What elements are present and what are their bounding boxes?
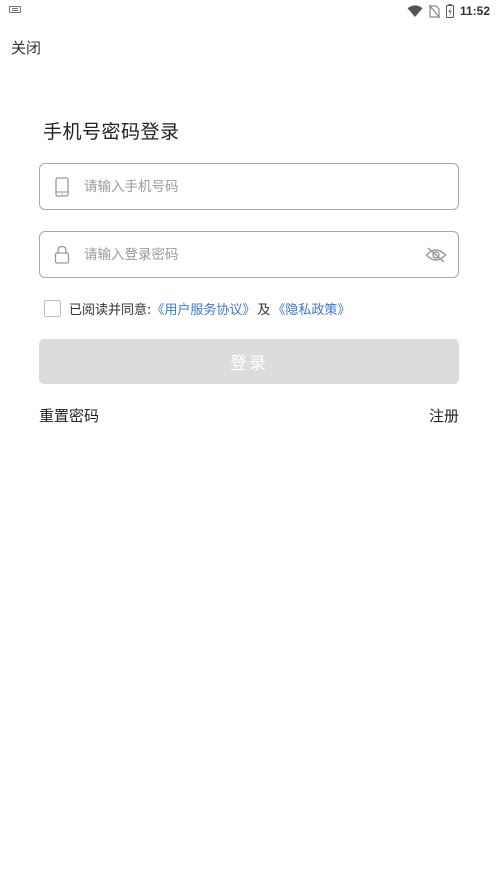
privacy-policy-link[interactable]: 《隐私政策》 (272, 299, 350, 318)
battery-icon (445, 4, 454, 18)
status-bar: 11:52 (0, 0, 498, 22)
password-field (39, 231, 459, 278)
page-title: 手机号密码登录 (43, 121, 180, 143)
phone-input[interactable] (84, 164, 458, 209)
user-agreement-link[interactable]: 《用户服务协议》 (151, 299, 255, 318)
agreement-checkbox[interactable] (44, 300, 61, 317)
password-input[interactable] (84, 232, 414, 277)
close-button[interactable]: 关闭 (11, 37, 41, 58)
agreement-row: 已阅读并同意: 《用户服务协议》 及 《隐私政策》 (44, 299, 350, 318)
register-link[interactable]: 注册 (429, 405, 459, 426)
phone-field (39, 163, 459, 210)
wifi-icon (407, 4, 423, 18)
and-text: 及 (257, 303, 271, 318)
login-button[interactable]: 登录 (39, 339, 459, 384)
eye-off-icon[interactable] (414, 246, 458, 263)
phone-icon (40, 176, 84, 197)
lock-icon (40, 245, 84, 264)
reset-password-link[interactable]: 重置密码 (39, 405, 99, 426)
agreement-text: 已阅读并同意: (69, 303, 152, 318)
status-time: 11:52 (459, 4, 490, 18)
no-sim-icon (428, 4, 440, 18)
keyboard-icon (9, 6, 21, 13)
status-bar-right: 11:52 (407, 2, 490, 20)
